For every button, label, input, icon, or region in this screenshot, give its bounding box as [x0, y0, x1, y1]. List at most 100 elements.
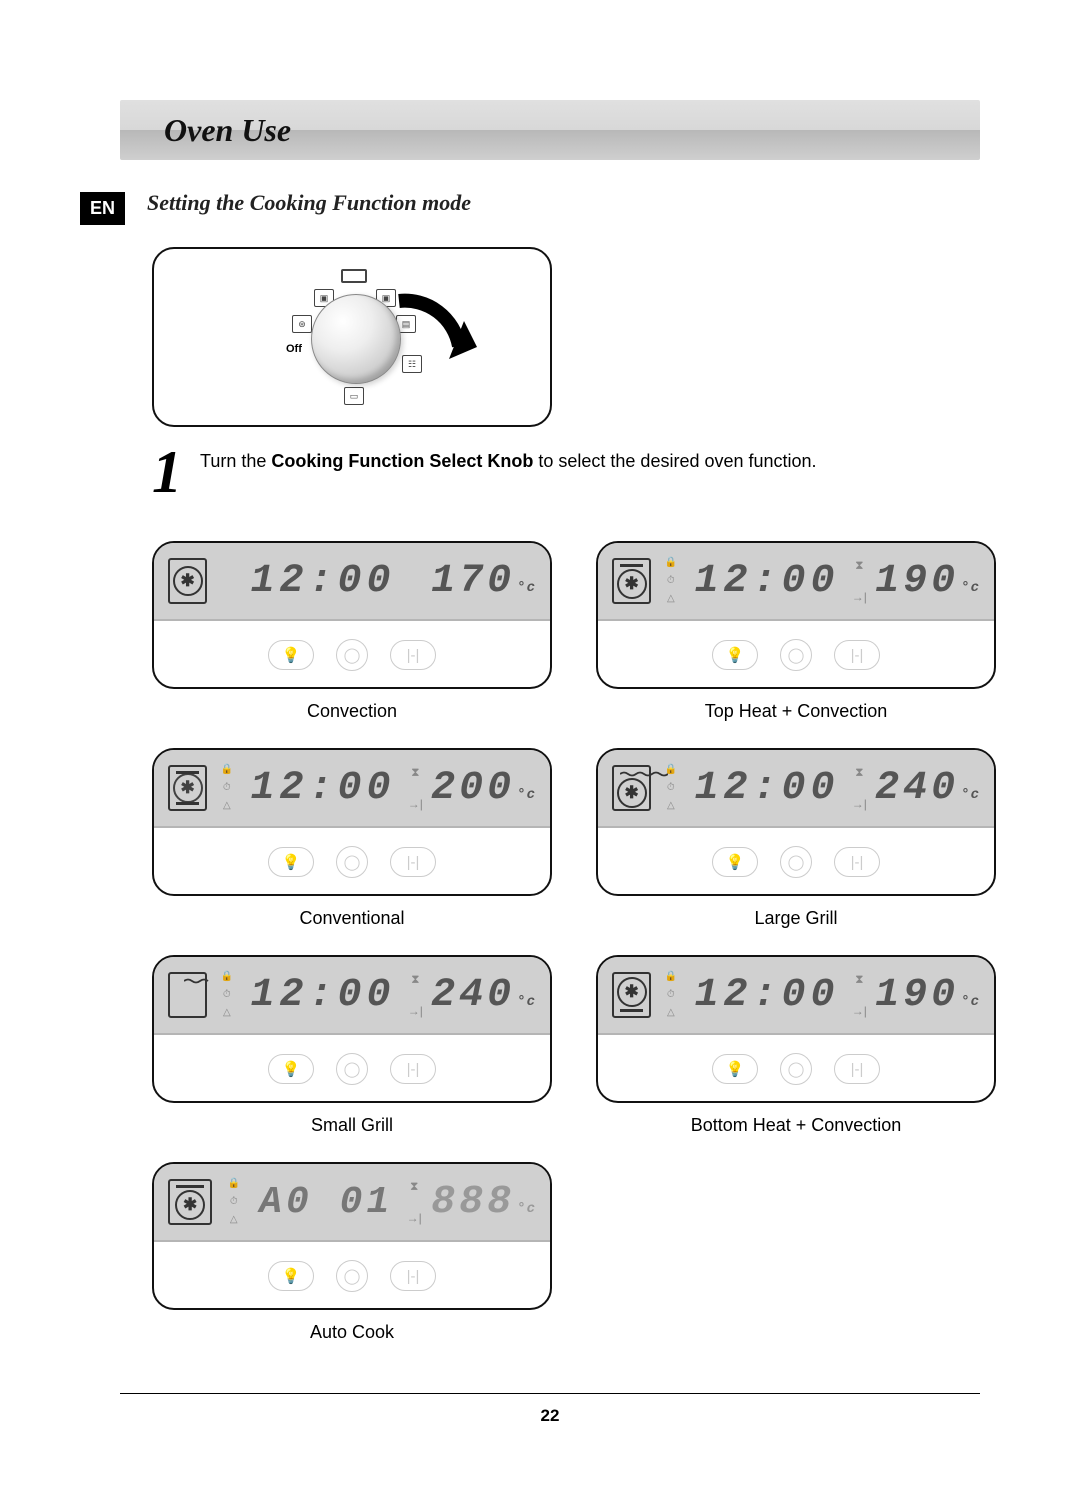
status-icons: 🔒⏱△: [659, 972, 682, 1018]
display-bottom: 💡 ◯ |-|: [598, 828, 994, 896]
timer-button[interactable]: |-|: [834, 1054, 880, 1084]
fan-icon: ✱: [168, 558, 207, 604]
display-bottom: 💡 ◯ |-|: [598, 1035, 994, 1103]
mode-block: ✱ 🔒⏱△ 12:00 ⧗→| 190°c 💡 ◯ |-| Top Heat + Convect…: [596, 541, 996, 722]
knob-pos-top-icon: [341, 269, 367, 283]
mode-caption: Top Heat + Convection: [705, 701, 888, 722]
timer-button[interactable]: |-|: [390, 847, 436, 877]
display-bottom: 💡 ◯ |-|: [154, 1035, 550, 1103]
mode-caption: Convection: [307, 701, 397, 722]
timer-button[interactable]: |-|: [834, 640, 880, 670]
mode-block: 🔒⏱△12:00⧗→|240°c💡◯|-|Small Grill: [152, 955, 552, 1136]
knob-pos-icon: ⊛: [292, 315, 312, 333]
mode-caption: Conventional: [299, 908, 404, 929]
step-number: 1: [152, 445, 182, 499]
knob-off-label: Off: [286, 343, 302, 355]
clock-button[interactable]: ◯: [780, 846, 812, 878]
clock-display: 12:00: [251, 766, 396, 811]
mode-caption: Bottom Heat + Convection: [691, 1115, 902, 1136]
knob-pos-icon: ☷: [402, 355, 422, 373]
duration-icons: ⧗→|: [852, 765, 868, 811]
clock-button[interactable]: ◯: [780, 1053, 812, 1085]
mode-caption: Small Grill: [311, 1115, 393, 1136]
modes-grid: ✱🔒⏱△12:00⧗→|170°c💡◯|-|Convection✱🔒⏱△12:0…: [152, 541, 980, 1343]
clock-button[interactable]: ◯: [336, 846, 368, 878]
light-button[interactable]: 💡: [712, 1054, 758, 1084]
light-button[interactable]: 💡: [268, 1054, 314, 1084]
knob-pos-icon: ▭: [344, 387, 364, 405]
timer-button[interactable]: |-|: [390, 640, 436, 670]
step-text-prefix: Turn the: [200, 451, 271, 471]
mode-block: ✱ 🔒⏱△ 12:00 ⧗→| 200°c 💡 ◯ |-| Conventional: [152, 748, 552, 929]
display-panel: ✱🔒⏱△12:00⧗→|170°c 💡 ◯ |-|: [152, 541, 552, 689]
light-button[interactable]: 💡: [268, 1261, 314, 1291]
display-top: ✱ 🔒⏱△ 12:00 ⧗→| 200°c: [154, 750, 550, 828]
temperature-display: 190°c: [875, 559, 980, 604]
temperature-display: 170°c: [431, 559, 536, 604]
title-bar: Oven Use: [120, 100, 980, 160]
temperature-display: 888°c: [431, 1180, 536, 1225]
display-top: ✱🔒⏱△A0 01⧗→|888°c: [154, 1164, 550, 1242]
display-bottom: 💡 ◯ |-|: [154, 828, 550, 896]
clock-display: 12:00: [251, 973, 396, 1018]
clock-button[interactable]: ◯: [780, 639, 812, 671]
display-top: ✱🔒⏱△12:00⧗→|170°c: [154, 543, 550, 621]
wavy_small-icon: [168, 972, 207, 1018]
temperature-display: 200°c: [431, 766, 536, 811]
light-button[interactable]: 💡: [268, 640, 314, 670]
duration-icons: ⧗→|: [408, 765, 424, 811]
status-icons: 🔒⏱△: [215, 765, 238, 811]
light-button[interactable]: 💡: [712, 640, 758, 670]
duration-icons: ⧗→|: [852, 972, 868, 1018]
duration-icons: ⧗→|: [408, 972, 424, 1018]
display-top: 🔒⏱△12:00⧗→|240°c: [154, 957, 550, 1035]
status-icons: 🔒⏱△: [220, 1179, 247, 1225]
function-select-knob[interactable]: [311, 294, 401, 384]
timer-button[interactable]: |-|: [390, 1054, 436, 1084]
fan_top-icon: ✱: [612, 558, 651, 604]
knob-panel: ▣ ▣ ⊛ ▤ ☷ ▭ Off: [152, 247, 552, 427]
status-icons: 🔒⏱△: [659, 558, 682, 604]
fan_bottom-icon: ✱: [612, 972, 651, 1018]
display-top: ✱🔒⏱△12:00⧗→|190°c: [598, 957, 994, 1035]
display-panel: ✱🔒⏱△12:00⧗→|240°c💡◯|-|: [596, 748, 996, 896]
knob-illustration-wrap: ▣ ▣ ⊛ ▤ ☷ ▭ Off: [152, 247, 980, 427]
step-instruction: Turn the Cooking Function Select Knob to…: [200, 451, 817, 472]
mode-caption: Auto Cook: [310, 1322, 394, 1343]
display-panel: ✱🔒⏱△A0 01⧗→|888°c💡◯|-|: [152, 1162, 552, 1310]
display-top: ✱🔒⏱△12:00⧗→|240°c: [598, 750, 994, 828]
duration-icons: ⧗→|: [405, 1179, 423, 1225]
wavy_large-icon: ✱: [612, 765, 651, 811]
clock-display: 12:00: [695, 973, 840, 1018]
display-bottom: 💡 ◯ |-|: [154, 621, 550, 689]
clock-button[interactable]: ◯: [336, 1260, 368, 1292]
mode-caption: Large Grill: [754, 908, 837, 929]
timer-button[interactable]: |-|: [834, 847, 880, 877]
display-panel: ✱ 🔒⏱△ 12:00 ⧗→| 200°c 💡 ◯ |-|: [152, 748, 552, 896]
mode-block: ✱🔒⏱△A0 01⧗→|888°c💡◯|-|Auto Cook: [152, 1162, 552, 1343]
display-panel: ✱🔒⏱△12:00⧗→|190°c💡◯|-|: [596, 955, 996, 1103]
display-bottom: 💡 ◯ |-|: [154, 1242, 550, 1310]
timer-button[interactable]: |-|: [390, 1261, 436, 1291]
temperature-display: 240°c: [875, 766, 980, 811]
page-title: Oven Use: [164, 112, 291, 149]
clock-display: 12:00: [695, 559, 840, 604]
section-subheading: Setting the Cooking Function mode: [147, 190, 471, 216]
clock-display: 12:00: [251, 559, 396, 604]
temperature-display: 240°c: [431, 973, 536, 1018]
duration-icons: ⧗→|: [852, 558, 868, 604]
light-button[interactable]: 💡: [712, 847, 758, 877]
clock-display: 12:00: [695, 766, 840, 811]
clock-button[interactable]: ◯: [336, 1053, 368, 1085]
display-panel: ✱ 🔒⏱△ 12:00 ⧗→| 190°c 💡 ◯ |-|: [596, 541, 996, 689]
top_bottom-icon: ✱: [168, 765, 207, 811]
mode-block: ✱🔒⏱△12:00⧗→|240°c💡◯|-|Large Grill: [596, 748, 996, 929]
clock-button[interactable]: ◯: [336, 639, 368, 671]
language-badge: EN: [80, 192, 125, 225]
page-number: 22: [541, 1406, 560, 1425]
fan_top-icon: ✱: [168, 1179, 212, 1225]
light-button[interactable]: 💡: [268, 847, 314, 877]
page-footer: 22: [120, 1393, 980, 1426]
step-row: 1 Turn the Cooking Function Select Knob …: [152, 445, 980, 499]
display-bottom: 💡 ◯ |-|: [598, 621, 994, 689]
